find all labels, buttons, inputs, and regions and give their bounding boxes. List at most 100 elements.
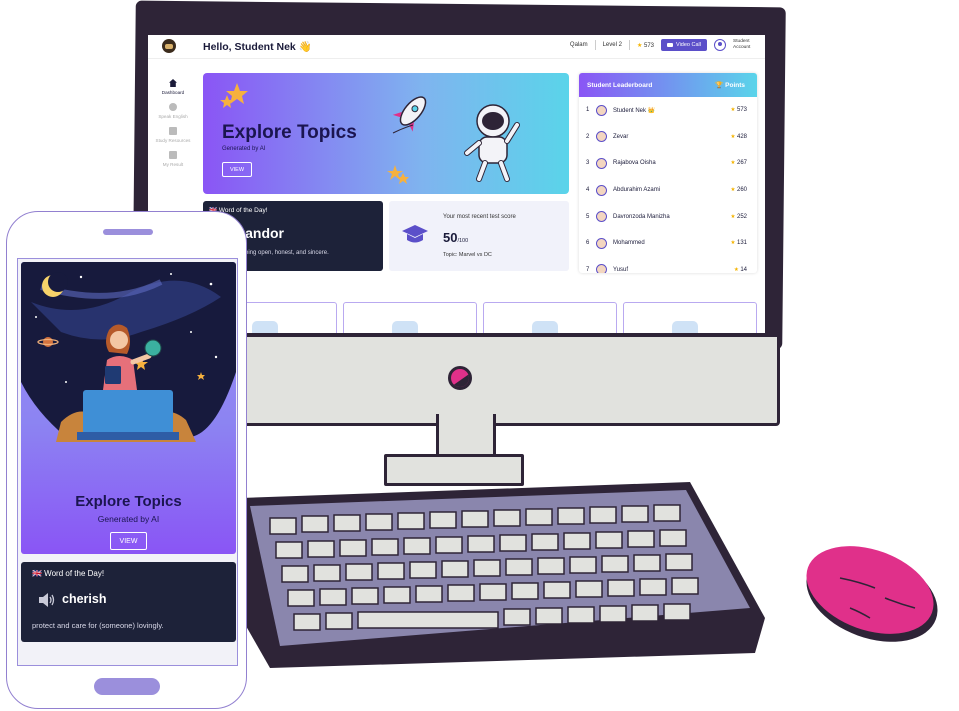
leaderboard-row[interactable]: 6 Mohammed 131 — [579, 230, 757, 257]
account-avatar[interactable] — [714, 39, 726, 51]
keyboard — [210, 478, 770, 668]
sidebar-item-dashboard[interactable]: Dashboard — [148, 79, 198, 95]
avatar — [596, 157, 607, 169]
score-value: 50/100 — [443, 230, 468, 245]
phone-device: Explore Topics Generated by AI VIEW 🇬🇧 W… — [6, 211, 247, 709]
student-points: 252 — [717, 214, 747, 220]
points-header: 🏆 Points — [715, 82, 745, 89]
avatar — [596, 237, 607, 249]
folder-icon — [169, 127, 177, 135]
student-points: 131 — [717, 240, 747, 246]
graduation-cap-icon — [402, 225, 428, 243]
app-logo[interactable] — [162, 39, 176, 53]
sidebar-item-label: Dashboard — [161, 90, 185, 95]
astronaut-icon — [464, 104, 520, 182]
leaderboard-row[interactable]: 4 Abdurahim Azami 260 — [579, 177, 757, 204]
student-name: Mohammed — [613, 240, 645, 247]
home-icon — [169, 79, 177, 87]
leaderboard: Student Leaderboard 🏆 Points 1 Student Ne… — [579, 73, 757, 273]
rank: 6 — [586, 240, 590, 247]
rank: 4 — [586, 187, 590, 194]
avatar — [596, 104, 607, 116]
score-label: Your most recent test score — [443, 214, 516, 220]
rank: 3 — [586, 160, 590, 167]
speaker-icon[interactable] — [38, 592, 56, 608]
recent-score-card: Your most recent test score 50/100 Topic… — [389, 201, 569, 271]
leaderboard-title: Student Leaderboard — [587, 81, 653, 89]
wotd-definition: of being open, honest, and sincere. — [235, 250, 329, 256]
topic-card[interactable] — [623, 302, 757, 333]
leaderboard-row[interactable]: 5 Davronzoda Manizha 252 — [579, 203, 757, 230]
sidebar-item-label: Study Resources — [155, 138, 191, 143]
avatar — [596, 131, 607, 143]
points-badge: ★ 573 — [637, 42, 654, 49]
top-bar: Hello, Student Nek 👋 Qalam Level 2 ★ 573… — [148, 35, 765, 59]
planet-icon — [43, 337, 53, 347]
topic-card[interactable] — [343, 302, 477, 333]
student-name: Yusuf — [613, 266, 629, 273]
phone-speaker — [103, 229, 153, 235]
level-badge: Level 2 — [602, 42, 622, 48]
student-points: 14 — [717, 267, 747, 273]
girl-space-illustration — [21, 262, 236, 442]
avatar — [596, 264, 607, 273]
divider — [628, 40, 630, 50]
phone-home-button[interactable] — [94, 678, 160, 695]
rank: 2 — [586, 133, 590, 140]
video-call-button[interactable]: Video Call — [661, 39, 707, 51]
avatar — [596, 211, 607, 223]
phone-wotd-definition: protect and care for (someone) lovingly. — [32, 621, 164, 630]
student-points: 267 — [717, 160, 747, 166]
score-topic: Topic: Marvel vs DC — [443, 252, 492, 258]
student-points: 260 — [717, 187, 747, 193]
student-name: Student Nek 👑 — [613, 107, 656, 114]
phone-hero-title: Explore Topics — [75, 493, 182, 510]
student-points: 573 — [717, 107, 747, 113]
mouse-illustration — [806, 546, 938, 642]
points-value: 573 — [644, 42, 655, 49]
leaderboard-row[interactable]: 1 Student Nek 👑 573 — [579, 97, 757, 124]
star-icon: ★ — [636, 42, 643, 49]
phone-view-button[interactable]: VIEW — [110, 532, 147, 550]
student-name: Davronzoda Manizha — [613, 213, 670, 220]
student-points: 428 — [717, 134, 747, 140]
monitor-chin — [232, 334, 780, 426]
student-name: Rajabova Oisha — [613, 160, 656, 167]
leaderboard-row[interactable]: 2 Zevar 428 — [579, 124, 757, 151]
monitor-stand-neck — [436, 414, 496, 458]
view-button[interactable]: VIEW — [222, 162, 252, 177]
phone-hero-subtitle: Generated by AI — [97, 514, 160, 524]
rank: 7 — [586, 266, 590, 273]
student-name: Zevar — [613, 133, 629, 140]
sidebar-item-my-result[interactable]: My Result — [148, 151, 198, 167]
laptop-icon — [83, 390, 173, 434]
leaderboard-row[interactable]: 7 Yusuf 14 — [579, 257, 757, 273]
score-max: /100 — [457, 238, 469, 244]
illustration-stage: Hello, Student Nek 👋 Qalam Level 2 ★ 573… — [0, 0, 959, 711]
phone-wotd-word: cherish — [62, 592, 107, 606]
student-name: Abdurahim Azami — [613, 187, 661, 194]
phone-wotd-label: 🇬🇧 Word of the Day! — [32, 569, 105, 578]
leaderboard-row[interactable]: 3 Rajabova Oisha 267 — [579, 150, 757, 177]
bulb-icon — [169, 103, 177, 111]
phone-word-of-the-day-card: 🇬🇧 Word of the Day! cherish protect and … — [21, 562, 236, 642]
monitor-logo — [448, 366, 472, 390]
bar-chart-icon — [169, 151, 177, 159]
topic-card[interactable] — [483, 302, 617, 333]
divider — [594, 40, 596, 50]
hero-title: Explore Topics — [222, 122, 357, 143]
topbar-name: Qalam — [569, 42, 588, 48]
topic-cards — [203, 302, 757, 333]
sidebar: Dashboard Speak English Study Resources … — [148, 79, 198, 175]
sidebar-item-study-resources[interactable]: Study Resources — [148, 127, 198, 143]
book-icon — [105, 366, 121, 384]
sidebar-item-speak-english[interactable]: Speak English — [148, 103, 198, 119]
explore-topics-banner: Explore Topics Generated by AI VIEW — [21, 262, 236, 554]
topbar-right: Qalam Level 2 ★ 573 Video Call Student A… — [570, 39, 755, 51]
leaderboard-header: Student Leaderboard 🏆 Points — [579, 73, 757, 97]
phone-screen: Explore Topics Generated by AI VIEW 🇬🇧 W… — [17, 258, 238, 666]
account-label[interactable]: Student Account — [733, 39, 755, 51]
sidebar-item-label: My Result — [162, 162, 184, 167]
avatar — [596, 184, 607, 196]
explore-topics-banner: Explore Topics Generated by AI VIEW — [203, 73, 569, 194]
